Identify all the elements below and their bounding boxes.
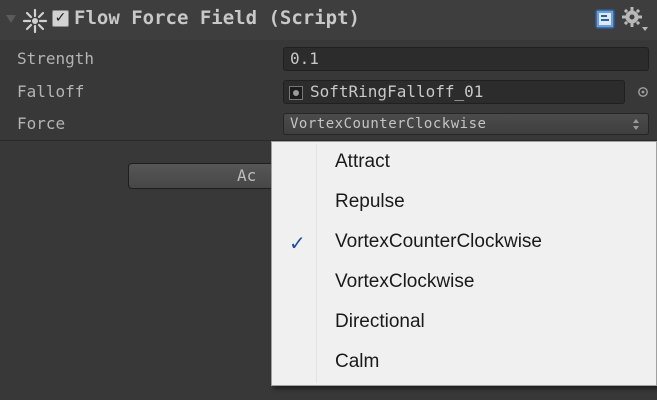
menu-item-attract[interactable]: Attract	[275, 144, 653, 182]
menu-item-label: Attract	[335, 151, 390, 172]
menu-item-label: VortexCounterClockwise	[335, 231, 542, 252]
menu-item-label: Directional	[335, 311, 425, 332]
menu-item-calm[interactable]: Calm	[275, 344, 653, 382]
gear-icon[interactable]	[620, 5, 650, 33]
component-header[interactable]: ✓ Flow Force Field (Script)	[0, 0, 657, 40]
force-dropdown-menu: Attract Repulse ✓ VortexCounterClockwise…	[271, 141, 657, 386]
force-dropdown[interactable]: VortexCounterClockwise	[283, 113, 649, 135]
falloff-value: SoftRingFalloff_01	[310, 82, 484, 101]
object-picker-icon[interactable]	[637, 86, 649, 98]
menu-item-directional[interactable]: Directional	[275, 304, 653, 342]
dropdown-arrows-icon	[633, 119, 639, 130]
strength-label: Strength	[17, 49, 95, 68]
texture-asset-icon	[289, 86, 303, 100]
menu-item-vortex-clockwise[interactable]: VortexClockwise	[275, 264, 653, 302]
component-enabled-checkbox[interactable]: ✓	[52, 10, 69, 27]
strength-field[interactable]: 0.1	[283, 47, 649, 71]
component-title: Flow Force Field (Script)	[74, 7, 360, 29]
force-field-icon	[22, 8, 48, 34]
checkmark-icon: ✓	[289, 231, 306, 255]
menu-item-vortex-counter-clockwise[interactable]: ✓ VortexCounterClockwise	[275, 224, 653, 262]
force-dropdown-value: VortexCounterClockwise	[290, 116, 487, 132]
falloff-label: Falloff	[17, 82, 85, 101]
force-label: Force	[17, 114, 66, 133]
foldout-arrow-icon[interactable]	[6, 15, 16, 23]
menu-item-label: Repulse	[335, 191, 405, 212]
menu-item-repulse[interactable]: Repulse	[275, 184, 653, 222]
inspector-panel: ✓ Flow Force Field (Script) Strength 0.1…	[0, 0, 657, 400]
menu-item-label: Calm	[335, 351, 380, 372]
falloff-object-field[interactable]: SoftRingFalloff_01	[283, 80, 625, 104]
menu-item-label: VortexClockwise	[335, 271, 475, 292]
help-book-icon[interactable]	[594, 8, 616, 30]
